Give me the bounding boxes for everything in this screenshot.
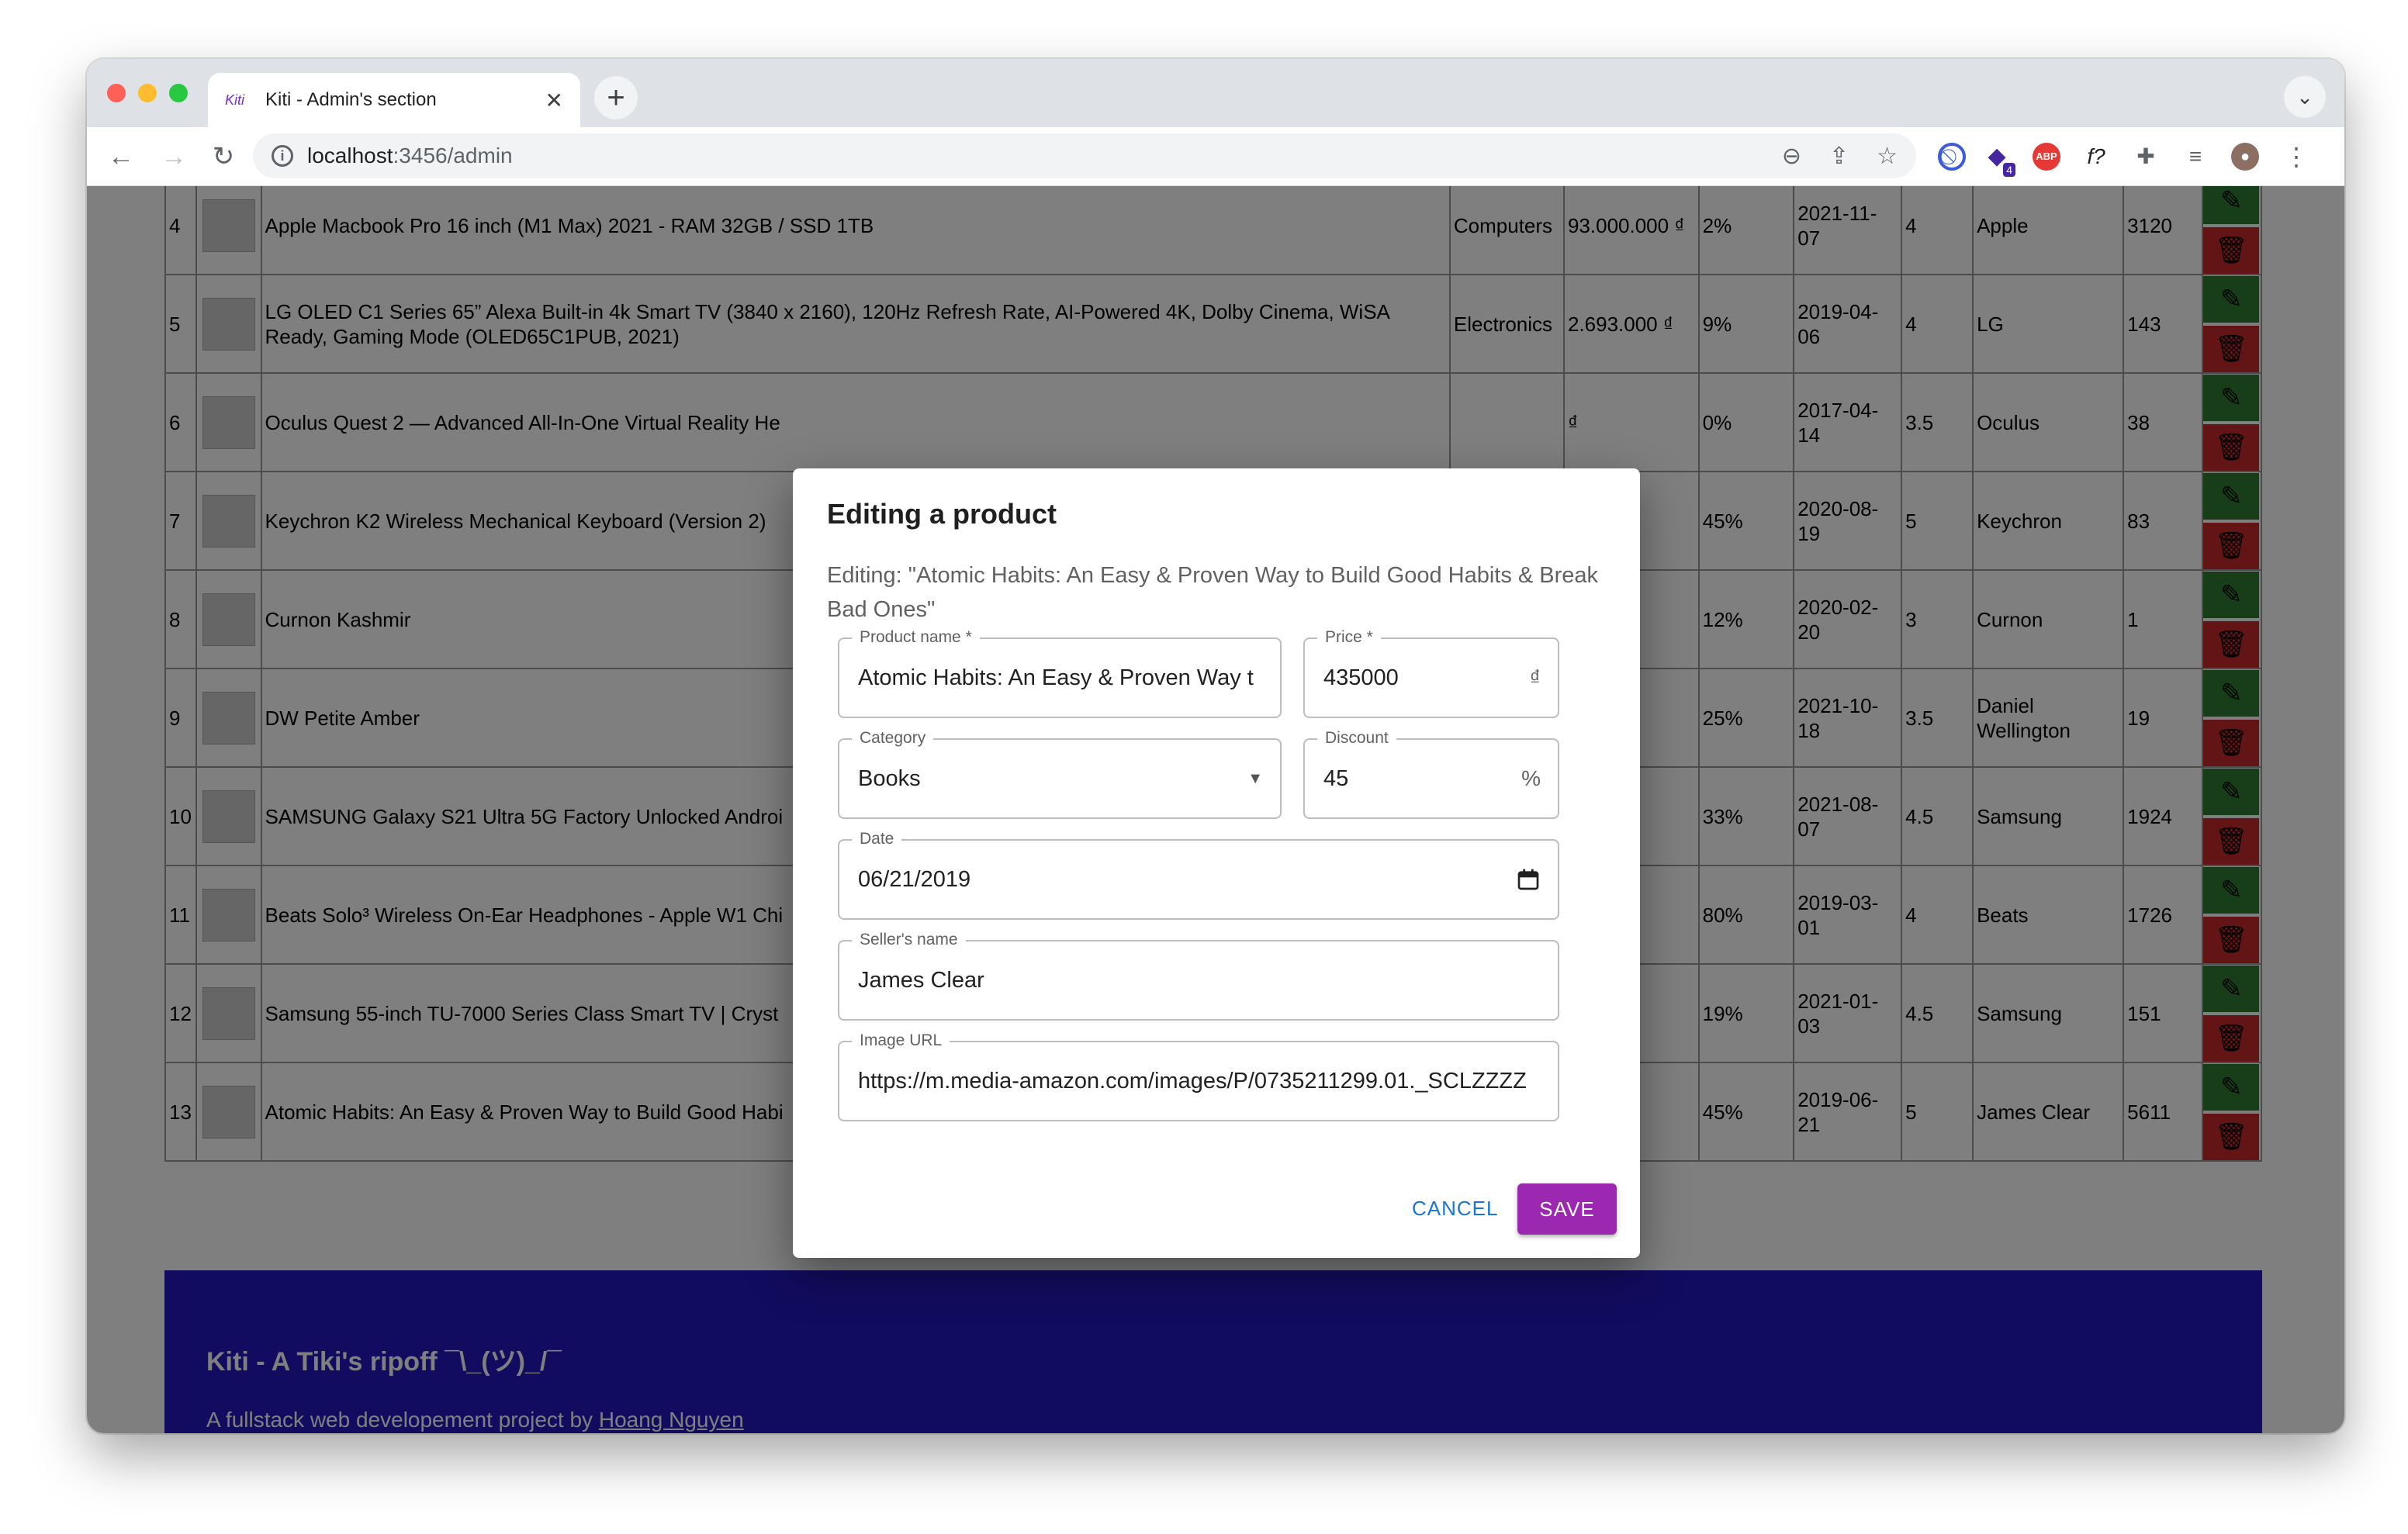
new-tab-button[interactable]: + [594,76,638,119]
site-info-icon[interactable]: i [272,145,293,167]
product-name-input[interactable]: Atomic Habits: An Easy & Proven Way t [858,639,1261,717]
tab-bar: Kiti Kiti - Admin's section ✕ + ⌄ [87,59,2344,127]
tab-title: Kiti - Admin's section [265,89,437,110]
price-input[interactable]: 435000 [1323,639,1399,717]
save-button[interactable]: SAVE [1517,1183,1617,1235]
edit-product-dialog: Editing a product Editing: "Atomic Habit… [793,468,1640,1258]
browser-tab-active[interactable]: Kiti Kiti - Admin's section ✕ [208,73,580,127]
url-text[interactable]: localhost:3456/admin [307,143,1754,168]
function-extension-icon[interactable]: f? [2082,143,2110,171]
close-window-button[interactable] [107,84,126,102]
dropdown-arrow-icon[interactable]: ▼ [1247,740,1263,817]
product-name-field[interactable]: Product name * Atomic Habits: An Easy & … [838,628,1282,718]
minimize-window-button[interactable] [138,84,157,102]
extension-badge-icon[interactable]: ◆ 4 [1983,143,2015,177]
currency-adornment: ₫ [1529,665,1541,689]
image-url-field[interactable]: Image URL https://m.media-amazon.com/ima… [838,1031,1559,1121]
extension-badge-count: 4 [2003,163,2015,177]
dialog-description: Editing: "Atomic Habits: An Easy & Prove… [827,563,1599,622]
admin-page: 4Apple Macbook Pro 16 inch (M1 Max) 2021… [87,186,2344,1433]
seller-name-field[interactable]: Seller's name James Clear [838,931,1559,1021]
tab-search-chevron-icon[interactable]: ⌄ [2284,76,2326,118]
address-bar[interactable]: i localhost:3456/admin ⊖ ⇪ ☆ [253,133,1916,178]
tab-close-icon[interactable]: ✕ [545,88,563,113]
browser-toolbar: ← → ↻ i localhost:3456/admin ⊖ ⇪ ☆ ⃠ ◆4 … [87,127,2344,186]
price-field[interactable]: Price * 435000 ₫ [1303,628,1559,718]
discount-field[interactable]: Discount 45 % [1303,729,1559,819]
category-value[interactable]: Books [858,740,921,817]
reload-icon[interactable]: ↻ [202,135,245,178]
discount-input[interactable]: 45 [1323,740,1348,817]
browser-window: Kiti Kiti - Admin's section ✕ + ⌄ ← → ↻ … [87,59,2344,1433]
image-url-input[interactable]: https://m.media-amazon.com/images/P/0735… [858,1042,1539,1120]
date-input[interactable]: 06/21/2019 [858,841,970,918]
category-select[interactable]: Category Books ▼ [838,729,1282,819]
seller-name-input[interactable]: James Clear [858,941,984,1019]
date-field[interactable]: Date 06/21/2019 [838,830,1559,920]
bookmark-star-icon[interactable]: ☆ [1877,143,1898,170]
profile-avatar-icon[interactable]: ● [2231,143,2259,171]
share-icon[interactable]: ⇪ [1829,143,1849,170]
back-arrow-icon[interactable]: ← [99,135,143,178]
cancel-button[interactable]: CANCEL [1399,1183,1510,1233]
maximize-window-button[interactable] [169,84,188,102]
adblock-plus-icon[interactable]: ABP [2033,143,2060,171]
kiti-favicon-icon: Kiti [225,92,245,108]
browser-menu-icon[interactable]: ⋮ [2282,143,2310,171]
percent-adornment: % [1521,766,1541,790]
calendar-icon[interactable] [1516,841,1541,918]
puzzle-extensions-icon[interactable]: ✚ [2132,143,2160,171]
dialog-title: Editing a product [827,498,1057,530]
forward-arrow-icon[interactable]: → [152,135,195,178]
zoom-icon[interactable]: ⊖ [1782,143,1801,170]
block-extension-icon[interactable]: ⃠ [1938,143,1966,171]
reading-list-icon[interactable]: ≡ [2181,143,2209,171]
